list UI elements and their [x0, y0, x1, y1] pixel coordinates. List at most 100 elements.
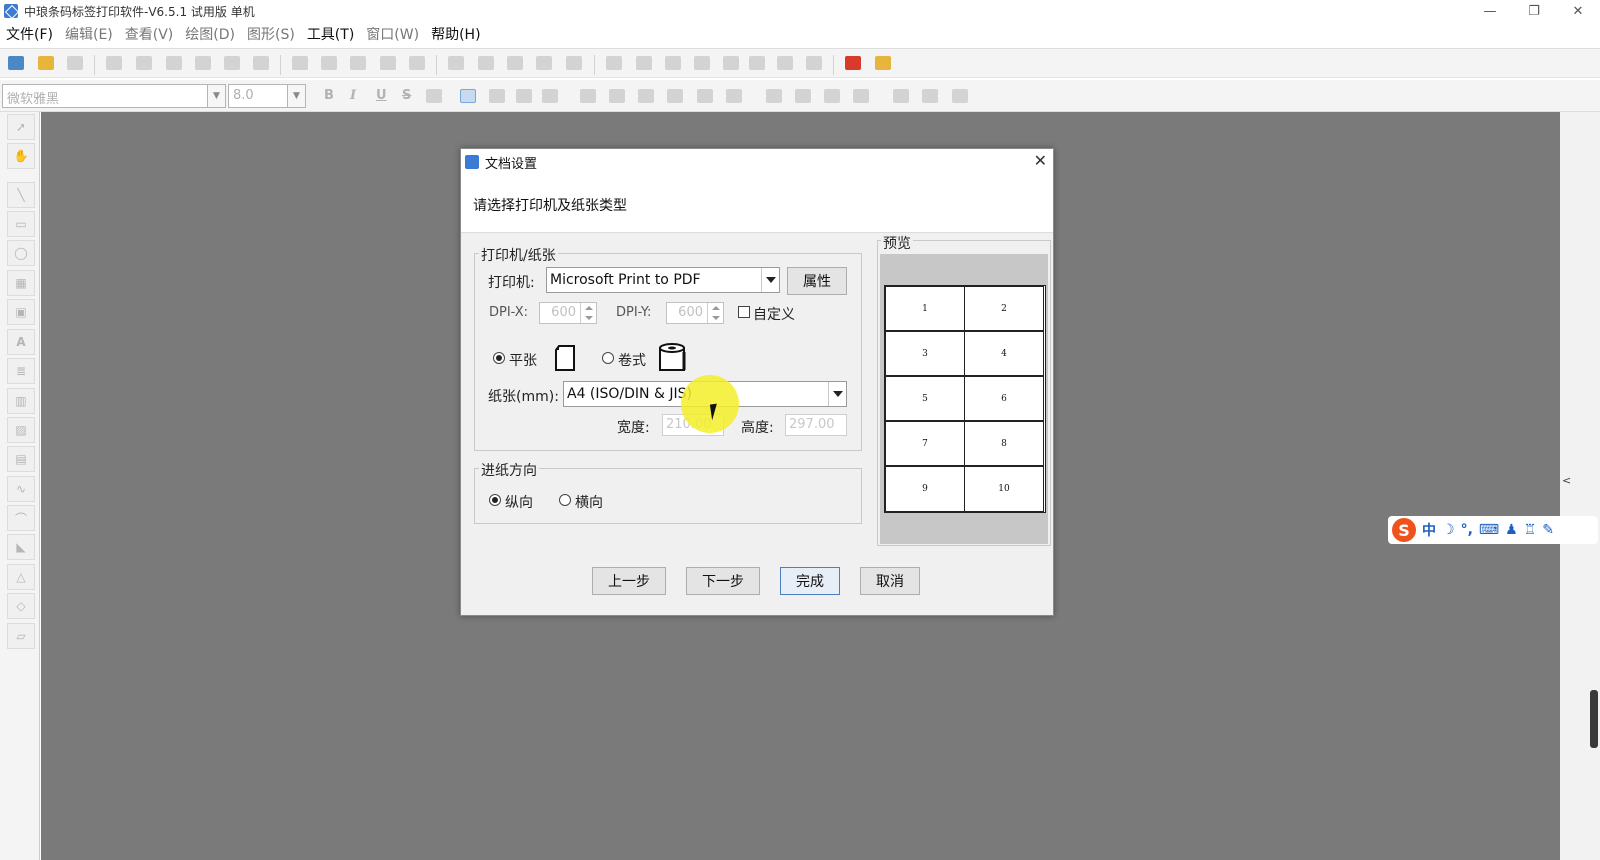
- select-tool-icon[interactable]: ➚: [7, 114, 35, 140]
- pan-tool-icon[interactable]: ✋: [7, 143, 35, 169]
- dpi-y-spinner[interactable]: 600: [666, 302, 724, 324]
- save-icon[interactable]: [67, 56, 83, 70]
- image-tool-icon[interactable]: ▦: [7, 270, 35, 296]
- ime-skin-icon[interactable]: ♖: [1524, 522, 1537, 538]
- triangle-tool-icon[interactable]: △: [7, 564, 35, 590]
- undo-icon[interactable]: [380, 56, 396, 70]
- dpi-x-spinner[interactable]: 600: [539, 302, 597, 324]
- font-size-input[interactable]: 8.0: [228, 84, 288, 108]
- send-back-icon[interactable]: [636, 56, 652, 70]
- text-effect-icon[interactable]: [426, 89, 442, 103]
- roll-radio[interactable]: [602, 352, 614, 364]
- scrollbar-thumb[interactable]: [1590, 690, 1598, 748]
- dpi-x-stepper-icon[interactable]: [580, 303, 596, 323]
- group-icon[interactable]: [665, 56, 681, 70]
- previous-button[interactable]: 上一步: [592, 567, 666, 595]
- print-preview-icon[interactable]: [166, 56, 182, 70]
- table-tool-icon[interactable]: ▤: [7, 446, 35, 472]
- paper-size-dropdown-icon[interactable]: [828, 382, 846, 406]
- menu-window[interactable]: 窗口(W): [360, 24, 425, 44]
- align-icon[interactable]: [777, 56, 793, 70]
- actual-size-icon[interactable]: [566, 56, 582, 70]
- vertical-spacing-icon[interactable]: [853, 89, 869, 103]
- redo-icon[interactable]: [409, 56, 425, 70]
- polygon-tool-icon[interactable]: ◣: [7, 534, 35, 560]
- flat-sheet-radio[interactable]: [493, 352, 505, 364]
- open-icon[interactable]: [38, 56, 54, 70]
- ime-keyboard-icon[interactable]: ⌨: [1479, 522, 1499, 538]
- arc-tool-icon[interactable]: ⌒: [7, 505, 35, 531]
- ime-punctuation-icon[interactable]: °,: [1461, 522, 1473, 538]
- font-family-dropdown-icon[interactable]: ▼: [208, 84, 226, 108]
- ime-settings-icon[interactable]: ✎: [1542, 522, 1554, 538]
- align-objects-left-icon[interactable]: [580, 89, 596, 103]
- align-objects-right-icon[interactable]: [609, 89, 625, 103]
- grid-icon[interactable]: [253, 56, 269, 70]
- rotate-180-icon[interactable]: [922, 89, 938, 103]
- menu-tools[interactable]: 工具(T): [301, 24, 360, 44]
- font-family-input[interactable]: 微软雅黑: [2, 84, 208, 108]
- underline-button[interactable]: U: [376, 88, 387, 103]
- dialog-close-icon[interactable]: ✕: [1034, 151, 1047, 170]
- strikethrough-button[interactable]: S: [402, 88, 411, 103]
- portrait-radio[interactable]: [489, 494, 501, 506]
- print-setup-icon[interactable]: [106, 56, 122, 70]
- printer-select[interactable]: Microsoft Print to PDF: [546, 267, 780, 293]
- ime-logo-icon[interactable]: S: [1392, 518, 1416, 542]
- paste-icon[interactable]: [350, 56, 366, 70]
- bring-front-icon[interactable]: [606, 56, 622, 70]
- restore-button[interactable]: ❐: [1512, 0, 1556, 22]
- cut-icon[interactable]: [292, 56, 308, 70]
- zoom-in-icon[interactable]: [478, 56, 494, 70]
- menu-view[interactable]: 查看(V): [119, 24, 180, 44]
- picture-tool-icon[interactable]: ▣: [7, 299, 35, 325]
- italic-button[interactable]: I: [350, 88, 356, 103]
- diamond-tool-icon[interactable]: ◇: [7, 593, 35, 619]
- new-icon[interactable]: [8, 56, 24, 70]
- rotate-right-icon[interactable]: [952, 89, 968, 103]
- qrcode-tool-icon[interactable]: ▨: [7, 417, 35, 443]
- font-size-dropdown-icon[interactable]: ▼: [288, 84, 306, 108]
- ime-halfwidth-icon[interactable]: ☽: [1442, 522, 1455, 538]
- lock-icon[interactable]: [723, 56, 739, 70]
- align-left-icon[interactable]: [460, 89, 476, 103]
- horizontal-spacing-icon[interactable]: [824, 89, 840, 103]
- next-button[interactable]: 下一步: [686, 567, 760, 595]
- line-tool-icon[interactable]: ╲: [7, 182, 35, 208]
- minimize-button[interactable]: —: [1468, 0, 1512, 22]
- rotate-left-icon[interactable]: [893, 89, 909, 103]
- menu-draw[interactable]: 绘图(D): [179, 24, 241, 44]
- align-center-icon[interactable]: [489, 89, 505, 103]
- bold-button[interactable]: B: [324, 88, 334, 103]
- align-center-objects-icon[interactable]: [726, 89, 742, 103]
- data-source-icon[interactable]: [224, 56, 240, 70]
- print-icon[interactable]: [136, 56, 152, 70]
- fit-page-icon[interactable]: [536, 56, 552, 70]
- justify-icon[interactable]: [542, 89, 558, 103]
- same-height-icon[interactable]: [795, 89, 811, 103]
- align-middle-icon[interactable]: [697, 89, 713, 103]
- zoom-out-icon[interactable]: [507, 56, 523, 70]
- dpi-y-stepper-icon[interactable]: [707, 303, 723, 323]
- landscape-radio[interactable]: [559, 494, 571, 506]
- menu-file[interactable]: 文件(F): [0, 24, 59, 44]
- align-objects-top-icon[interactable]: [638, 89, 654, 103]
- ime-user-icon[interactable]: ♟: [1505, 522, 1518, 538]
- curve-tool-icon[interactable]: ∿: [7, 476, 35, 502]
- zoom-icon[interactable]: [448, 56, 464, 70]
- menu-edit[interactable]: 编辑(E): [59, 24, 119, 44]
- barcode-tool-icon[interactable]: ▥: [7, 388, 35, 414]
- distribute-icon[interactable]: [806, 56, 822, 70]
- finish-button[interactable]: 完成: [780, 567, 840, 595]
- collapse-arrow-icon[interactable]: <: [1562, 474, 1571, 487]
- ellipse-tool-icon[interactable]: ◯: [7, 240, 35, 266]
- text-tool-icon[interactable]: A: [7, 329, 35, 355]
- align-right-icon[interactable]: [516, 89, 532, 103]
- same-width-icon[interactable]: [766, 89, 782, 103]
- menu-help[interactable]: 帮助(H): [425, 24, 486, 44]
- rectangle-tool-icon[interactable]: ▭: [7, 211, 35, 237]
- properties-button[interactable]: 属性: [787, 267, 847, 295]
- table-icon[interactable]: [749, 56, 765, 70]
- copy-icon[interactable]: [321, 56, 337, 70]
- cancel-button[interactable]: 取消: [860, 567, 920, 595]
